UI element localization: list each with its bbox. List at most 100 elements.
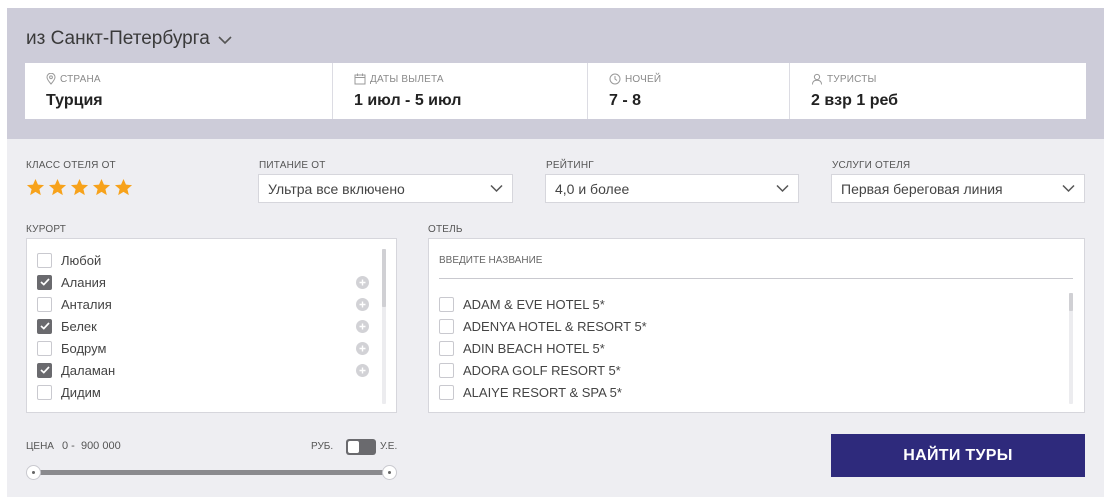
resort-item-any[interactable]: Любой	[37, 251, 101, 269]
chevron-down-icon	[776, 184, 789, 193]
country-cell[interactable]: СТРАНА Турция	[25, 63, 333, 119]
resort-scrollbar-thumb[interactable]	[382, 249, 386, 307]
dates-label: ДАТЫ ВЫЛЕТА	[370, 73, 444, 85]
dates-value: 1 июл - 5 июл	[354, 92, 462, 109]
location-pin-icon	[46, 73, 56, 85]
tourists-cell[interactable]: ТУРИСТЫ 2 взр 1 реб	[790, 63, 1086, 119]
meal-select-value: Ультра все включено	[268, 181, 405, 197]
meal-label: ПИТАНИЕ ОТ	[259, 160, 326, 171]
country-value: Турция	[46, 92, 103, 109]
checkbox[interactable]	[37, 296, 52, 312]
resort-item-label: Любой	[61, 252, 102, 268]
star-icon[interactable]	[92, 178, 111, 197]
tour-search-panel: из Санкт-Петербурга СТРАНА Турция ДАТЫ В…	[7, 8, 1104, 497]
resort-item-alanya[interactable]: Алания	[37, 273, 106, 291]
expand-plus-icon[interactable]	[356, 276, 369, 289]
price-slider-min-handle[interactable]	[26, 465, 41, 480]
resort-item-didim[interactable]: Дидим	[37, 383, 101, 401]
expand-plus-icon[interactable]	[356, 342, 369, 355]
resort-item-antalya[interactable]: Анталия	[37, 295, 112, 313]
star-icon[interactable]	[114, 178, 133, 197]
star-icon[interactable]	[48, 178, 67, 197]
nights-cell[interactable]: НОЧЕЙ 7 - 8	[588, 63, 790, 119]
hotel-class-stars[interactable]	[26, 178, 133, 197]
resort-item-label: Анталия	[61, 296, 112, 312]
checkbox[interactable]	[37, 340, 52, 356]
nights-value: 7 - 8	[609, 92, 642, 109]
hotel-scrollbar-thumb[interactable]	[1069, 293, 1073, 311]
rating-select-value: 4,0 и более	[555, 181, 630, 197]
hotel-list: ВВЕДИТЕ НАЗВАНИЕ ADAM & EVE HOTEL 5* ADE…	[428, 238, 1085, 413]
expand-plus-icon[interactable]	[356, 320, 369, 333]
checkbox-checked[interactable]	[37, 274, 52, 290]
checkbox[interactable]	[439, 340, 454, 356]
chevron-down-icon	[1062, 184, 1075, 193]
checkbox[interactable]	[439, 318, 454, 334]
price-slider-track[interactable]	[34, 470, 391, 475]
rating-label: РЕЙТИНГ	[546, 160, 594, 171]
checkbox[interactable]	[37, 384, 52, 400]
top-bar: из Санкт-Петербурга СТРАНА Турция ДАТЫ В…	[7, 8, 1104, 139]
hotel-item-label: ADAM & EVE HOTEL 5*	[463, 296, 605, 312]
nights-label: НОЧЕЙ	[625, 73, 662, 85]
search-summary: СТРАНА Турция ДАТЫ ВЫЛЕТА 1 июл - 5 июл …	[25, 63, 1086, 119]
services-label: УСЛУГИ ОТЕЛЯ	[832, 160, 911, 171]
resort-item-label: Дидим	[61, 384, 101, 400]
tourists-value: 2 взр 1 реб	[811, 92, 899, 109]
hotel-class-label: КЛАСС ОТЕЛЯ ОТ	[26, 160, 116, 171]
chevron-down-icon	[218, 35, 232, 44]
check-icon	[39, 366, 50, 374]
resort-list: Любой Алания Анталия Белек Бодрум Далама…	[26, 238, 397, 413]
resort-item-label: Даламан	[61, 362, 116, 378]
origin-city-label: из Санкт-Петербурга	[26, 28, 210, 49]
check-icon	[39, 322, 50, 330]
calendar-icon	[354, 73, 366, 85]
checkbox[interactable]	[439, 296, 454, 312]
meal-select[interactable]: Ультра все включено	[258, 174, 513, 203]
hotel-item[interactable]: ADORA GOLF RESORT 5*	[439, 361, 621, 379]
resort-item-belek[interactable]: Белек	[37, 317, 97, 335]
price-range-value: 0 - 900 000	[62, 440, 121, 452]
checkbox-checked[interactable]	[37, 318, 52, 334]
user-icon	[812, 73, 822, 85]
country-label: СТРАНА	[60, 73, 101, 85]
expand-plus-icon[interactable]	[356, 298, 369, 311]
hotel-item-label: ALAIYE RESORT & SPA 5*	[463, 384, 622, 400]
resort-item-label: Алания	[61, 274, 106, 290]
resort-item-label: Бодрум	[61, 340, 107, 356]
hotel-search-input[interactable]: ВВЕДИТЕ НАЗВАНИЕ	[439, 253, 1073, 279]
find-tours-button[interactable]: НАЙТИ ТУРЫ	[831, 434, 1085, 477]
hotel-item[interactable]: ADENYA HOTEL & RESORT 5*	[439, 317, 647, 335]
currency-toggle[interactable]	[346, 439, 376, 455]
hotel-item-label: ADORA GOLF RESORT 5*	[463, 362, 621, 378]
resort-item-dalaman[interactable]: Даламан	[37, 361, 115, 379]
chevron-down-icon	[490, 184, 503, 193]
origin-city-selector[interactable]: из Санкт-Петербурга	[26, 28, 232, 50]
rating-select[interactable]: 4,0 и более	[545, 174, 799, 203]
resort-label: КУРОРТ	[26, 224, 67, 235]
check-icon	[39, 278, 50, 286]
services-select[interactable]: Первая береговая линия	[831, 174, 1085, 203]
star-icon[interactable]	[26, 178, 45, 197]
tourists-label: ТУРИСТЫ	[827, 73, 877, 85]
hotel-item-label: ADIN BEACH HOTEL 5*	[463, 340, 605, 356]
price-label: ЦЕНА	[26, 441, 54, 452]
clock-icon	[609, 73, 621, 85]
hotel-item-label: ADENYA HOTEL & RESORT 5*	[463, 318, 647, 334]
hotel-label: ОТЕЛЬ	[428, 224, 463, 235]
price-slider-max-handle[interactable]	[382, 465, 397, 480]
checkbox-checked[interactable]	[37, 362, 52, 378]
currency-rub-label: РУБ.	[311, 441, 334, 452]
checkbox[interactable]	[439, 362, 454, 378]
dates-cell[interactable]: ДАТЫ ВЫЛЕТА 1 июл - 5 июл	[333, 63, 588, 119]
hotel-item[interactable]: ALAIYE RESORT & SPA 5*	[439, 383, 622, 401]
hotel-item[interactable]: ADAM & EVE HOTEL 5*	[439, 295, 605, 313]
expand-plus-icon[interactable]	[356, 364, 369, 377]
star-icon[interactable]	[70, 178, 89, 197]
checkbox[interactable]	[439, 384, 454, 400]
hotel-item[interactable]: ADIN BEACH HOTEL 5*	[439, 339, 605, 357]
services-select-value: Первая береговая линия	[841, 181, 1003, 197]
resort-item-bodrum[interactable]: Бодрум	[37, 339, 106, 357]
currency-ue-label: У.Е.	[380, 441, 398, 452]
checkbox[interactable]	[37, 252, 52, 268]
